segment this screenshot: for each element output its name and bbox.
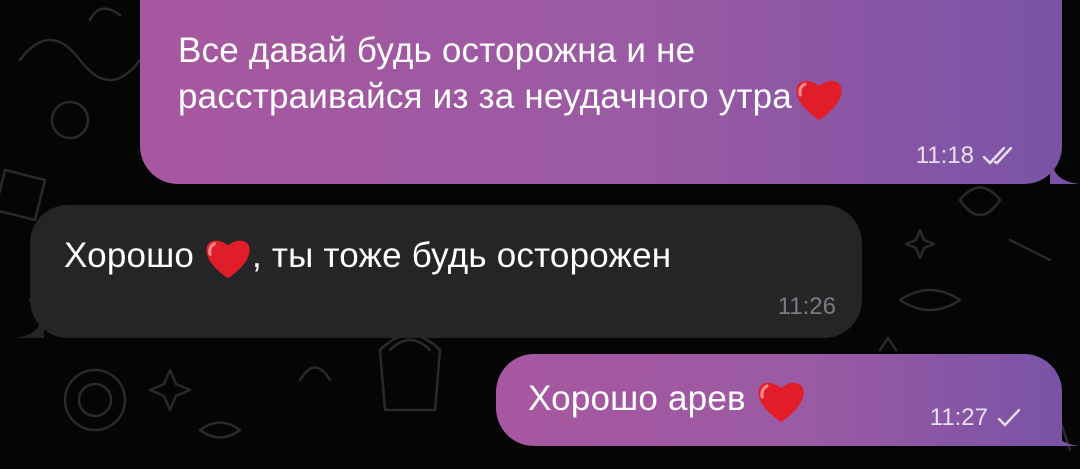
message-line: расстраивайся из за неудачного утра [178,77,792,116]
message-bubble-outgoing[interactable]: Хорошо арев 11:27 [496,354,1080,446]
bubble-tail [14,308,44,338]
message-meta: 11:18 [916,142,1018,170]
red-heart-emoji-icon [758,382,804,422]
message-time: 11:18 [915,142,974,169]
message-time: 11:26 [777,293,836,320]
message-text-part: Хорошо [64,236,195,275]
message-line: Все давай будь осторожна и не [178,31,696,70]
message-text: Хорошо , ты тоже будь осторожен [64,233,671,280]
check-icon [997,408,1021,427]
red-heart-emoji-icon [206,240,250,278]
message-meta: 11:26 [778,293,836,321]
double-check-icon [982,146,1013,165]
bubble-tail [1050,154,1080,184]
message-text: Все давай будь осторожна и не расстраива… [178,28,844,122]
message-bubble-outgoing[interactable]: Все давай будь осторожна и не расстраива… [140,0,1080,184]
message-meta: 11:27 [930,404,1022,432]
message-text: Хорошо арев [528,376,806,424]
message-time: 11:27 [929,404,988,431]
message-bubble-incoming[interactable]: Хорошо , ты тоже будь осторожен 11:26 [14,205,862,338]
message-text-part: , ты тоже будь осторожен [252,236,672,275]
bubble-tail [1050,416,1080,446]
red-heart-emoji-icon [796,80,842,120]
message-text-part: Хорошо арев [528,379,746,418]
